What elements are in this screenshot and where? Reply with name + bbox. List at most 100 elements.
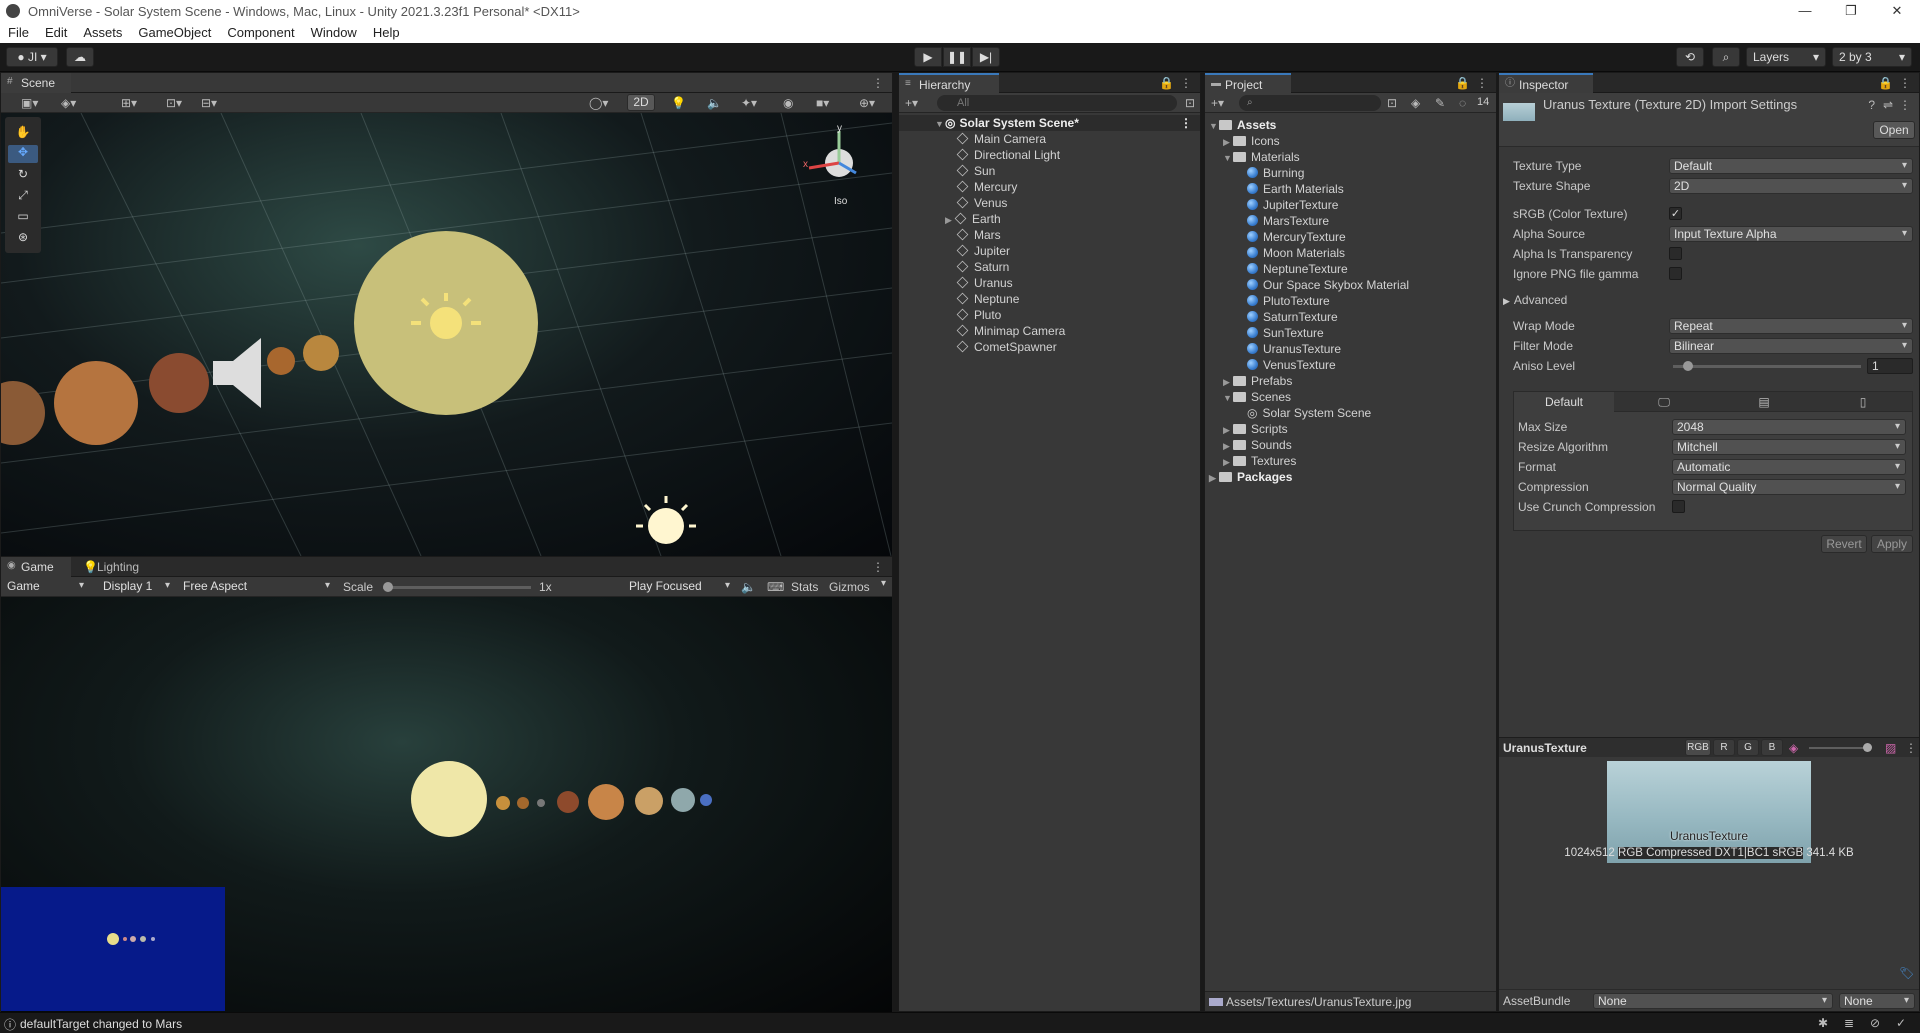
progress-icon[interactable]: ⊘ bbox=[1870, 1015, 1880, 1031]
lock-icon[interactable]: 🔒 bbox=[1455, 75, 1470, 91]
list-item[interactable]: ▶ Earth bbox=[945, 211, 1001, 227]
layers-dropdown[interactable]: Layers ▾ bbox=[1746, 47, 1826, 67]
channel-b-button[interactable]: B bbox=[1761, 739, 1783, 756]
tab-scene[interactable]: # Scene bbox=[1, 73, 71, 93]
favorite-icon[interactable]: ✎ bbox=[1435, 95, 1445, 111]
list-item[interactable]: NeptuneTexture bbox=[1247, 261, 1348, 277]
standalone-monitor-icon[interactable]: 🖵 bbox=[1614, 392, 1714, 412]
move-tool-icon[interactable]: ✥ bbox=[8, 145, 38, 163]
menu-component[interactable]: Component bbox=[219, 25, 302, 40]
list-item[interactable]: MercuryTexture bbox=[1247, 229, 1346, 245]
platform-tab-default[interactable]: Default bbox=[1514, 392, 1614, 412]
list-item[interactable]: Directional Light bbox=[956, 147, 1060, 163]
server-icon[interactable]: ▤ bbox=[1714, 392, 1814, 412]
play-button[interactable]: ▶ bbox=[914, 47, 942, 67]
history-icon[interactable]: ⟲ bbox=[1676, 47, 1704, 67]
cache-icon[interactable]: ≣ bbox=[1844, 1015, 1854, 1031]
effects-icon[interactable]: ✦▾ bbox=[741, 95, 757, 111]
scene-visibility-icon[interactable]: ⊡ bbox=[1185, 95, 1195, 111]
list-item[interactable]: Mars bbox=[956, 227, 1001, 243]
advanced-foldout[interactable]: ▶ Advanced bbox=[1503, 293, 1567, 307]
list-item[interactable]: Pluto bbox=[956, 307, 1001, 323]
webgl-icon[interactable]: ▯ bbox=[1814, 392, 1912, 412]
wrap-mode-dropdown[interactable]: Repeat bbox=[1669, 318, 1913, 334]
search-by-label-icon[interactable]: ◈ bbox=[1411, 95, 1420, 111]
create-icon[interactable]: +▾ bbox=[1211, 95, 1224, 111]
more-icon[interactable]: ⋮ bbox=[1180, 75, 1192, 91]
list-item[interactable]: MarsTexture bbox=[1247, 213, 1329, 229]
folder-assets[interactable]: ▼ Assets bbox=[1209, 117, 1276, 133]
folder-scenes[interactable]: ▼ Scenes bbox=[1223, 389, 1291, 405]
list-item[interactable]: Minimap Camera bbox=[956, 323, 1065, 339]
folder-prefabs[interactable]: ▶ Prefabs bbox=[1223, 373, 1292, 389]
search-by-type-icon[interactable]: ⊡ bbox=[1387, 95, 1397, 111]
hidden-objects-icon[interactable]: ◉ bbox=[783, 95, 793, 111]
channel-r-button[interactable]: R bbox=[1713, 739, 1735, 756]
2d-toggle[interactable]: 2D bbox=[627, 94, 655, 111]
audio-icon[interactable]: 🔈 bbox=[707, 95, 722, 111]
menu-window[interactable]: Window bbox=[303, 25, 365, 40]
format-dropdown[interactable]: Automatic bbox=[1672, 459, 1906, 475]
revert-button[interactable]: Revert bbox=[1821, 535, 1867, 553]
ignore-png-checkbox[interactable] bbox=[1669, 267, 1682, 280]
gizmos-icon[interactable]: ⊕▾ bbox=[859, 95, 875, 111]
tab-inspector[interactable]: ⓘ Inspector bbox=[1499, 73, 1593, 93]
stats-button[interactable]: Stats bbox=[791, 580, 818, 594]
aniso-value-field[interactable]: 1 bbox=[1867, 358, 1913, 374]
render-mode-icon[interactable]: ◈▾ bbox=[61, 95, 76, 111]
mip-slider[interactable] bbox=[1809, 743, 1872, 752]
preset-icon[interactable]: ⇌ bbox=[1883, 97, 1893, 113]
list-item[interactable]: Mercury bbox=[956, 179, 1017, 195]
play-mode-dropdown[interactable]: Play Focused bbox=[625, 579, 735, 595]
tab-lighting[interactable]: 💡 Lighting bbox=[77, 557, 157, 577]
scale-tool-icon[interactable]: ⤢ bbox=[8, 188, 38, 206]
step-button[interactable]: ▶| bbox=[972, 47, 1000, 67]
list-item[interactable]: Venus bbox=[956, 195, 1007, 211]
crunch-checkbox[interactable] bbox=[1672, 500, 1685, 513]
maximize-button[interactable]: ❐ bbox=[1828, 0, 1874, 22]
channel-rgb-button[interactable]: RGB bbox=[1685, 739, 1711, 756]
status-message[interactable]: defaultTarget changed to Mars bbox=[20, 1017, 182, 1031]
folder-materials[interactable]: ▼ Materials bbox=[1223, 149, 1300, 165]
grid-toggle-icon[interactable]: ⊟▾ bbox=[201, 95, 217, 111]
list-item[interactable]: PlutoTexture bbox=[1247, 293, 1330, 309]
menu-file[interactable]: File bbox=[0, 25, 37, 40]
draw-mode-icon[interactable]: ▣▾ bbox=[21, 95, 38, 111]
list-item[interactable]: SaturnTexture bbox=[1247, 309, 1338, 325]
lighting-icon[interactable]: 💡 bbox=[671, 95, 686, 111]
gizmos-button[interactable]: Gizmos bbox=[829, 580, 870, 594]
tab-project[interactable]: ▬ Project bbox=[1205, 73, 1291, 93]
more-icon[interactable]: ⋮ bbox=[1905, 740, 1917, 756]
gizmos-dropdown-icon[interactable]: ▾ bbox=[881, 578, 886, 589]
menu-assets[interactable]: Assets bbox=[75, 25, 130, 40]
layout-dropdown[interactable]: 2 by 3 ▾ bbox=[1832, 47, 1912, 67]
lock-icon[interactable]: 🔒 bbox=[1159, 75, 1174, 91]
apply-button[interactable]: Apply bbox=[1871, 535, 1913, 553]
compression-dropdown[interactable]: Normal Quality bbox=[1672, 479, 1906, 495]
add-icon[interactable]: +▾ bbox=[905, 95, 918, 111]
list-item[interactable]: Uranus bbox=[956, 275, 1013, 291]
menu-edit[interactable]: Edit bbox=[37, 25, 75, 40]
texture-type-dropdown[interactable]: Default bbox=[1669, 158, 1913, 174]
list-item[interactable]: Our Space Skybox Material bbox=[1247, 277, 1409, 293]
rect-tool-icon[interactable]: ▭ bbox=[8, 209, 38, 227]
folder-textures[interactable]: ▶ Textures bbox=[1223, 453, 1296, 469]
pause-button[interactable]: ❚❚ bbox=[943, 47, 971, 67]
list-item[interactable]: Moon Materials bbox=[1247, 245, 1345, 261]
alpha-transparency-checkbox[interactable] bbox=[1669, 247, 1682, 260]
close-button[interactable]: ✕ bbox=[1874, 0, 1920, 22]
scene-root[interactable]: ▼◎ Solar System Scene* ⋮ bbox=[899, 115, 1200, 131]
account-button[interactable]: ● JI ▾ bbox=[6, 47, 58, 67]
project-search-input[interactable]: ⌕ bbox=[1239, 95, 1381, 111]
transform-tool-icon[interactable]: ⊛ bbox=[8, 230, 38, 248]
scene-viewport[interactable]: Iso y x ✋ ✥ ↻ ⤢ ▭ ⊛ bbox=[1, 113, 892, 556]
list-item[interactable]: Sun bbox=[956, 163, 995, 179]
more-icon[interactable]: ⋮ bbox=[872, 559, 884, 575]
folder-packages[interactable]: ▶ Packages bbox=[1209, 469, 1292, 485]
view-dropdown[interactable]: Game bbox=[3, 579, 89, 595]
assetbundle-variant-dropdown[interactable]: None bbox=[1839, 993, 1915, 1009]
folder-scripts[interactable]: ▶ Scripts bbox=[1223, 421, 1288, 437]
alpha-channel-icon[interactable]: ◈ bbox=[1789, 740, 1798, 756]
list-item[interactable]: Earth Materials bbox=[1247, 181, 1344, 197]
menu-gameobject[interactable]: GameObject bbox=[130, 25, 219, 40]
